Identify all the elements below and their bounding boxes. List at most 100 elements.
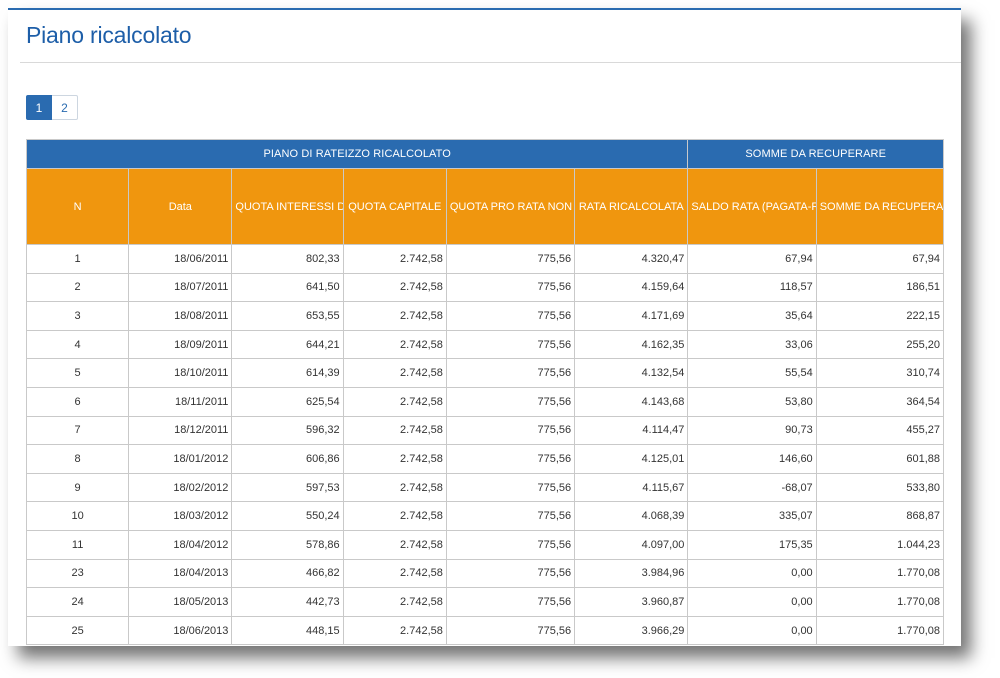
table-cell: 1.044,23 — [815, 529, 945, 560]
table-cell: 641,50 — [231, 272, 344, 303]
table-cell: 3.960,87 — [574, 587, 689, 617]
table-cell: 2.742,58 — [342, 244, 447, 274]
table-cell: 4.115,67 — [574, 472, 689, 503]
col-header-data: Data — [128, 168, 233, 245]
table-cell: -68,07 — [687, 472, 817, 503]
table-cell: 4.162,35 — [574, 329, 689, 360]
table-cell: 1.770,08 — [815, 587, 945, 617]
table-cell: 90,73 — [687, 415, 817, 446]
table-cell: 601,88 — [815, 444, 945, 474]
table-cell: 6 — [25, 386, 130, 417]
table-cell: 4.114,47 — [574, 415, 689, 446]
table-cell: 625,54 — [231, 386, 344, 417]
col-header-saldo: SALDO RATA (PAGATA-RICALCOLATA) — [687, 168, 817, 245]
table-cell: 4.097,00 — [574, 529, 689, 560]
table-cell: 18/12/2011 — [128, 415, 233, 446]
table-cell: 186,51 — [815, 272, 945, 303]
table-cell: 775,56 — [445, 615, 576, 646]
table-cell: 222,15 — [815, 301, 945, 331]
table-row: 5 18/10/2011 614,39 2.742,58 775,56 4.132,54 5… — [25, 358, 945, 388]
table-cell: 775,56 — [445, 272, 576, 303]
panel: Piano ricalcolato 1 2 PIANO DI RATEIZZO … — [8, 8, 961, 646]
group-header-recover: SOMME DA RECUPERARE — [687, 139, 944, 169]
table-cell: 775,56 — [445, 472, 576, 503]
table-cell: 364,54 — [815, 386, 945, 417]
table-cell: 0,00 — [687, 615, 817, 646]
table-cell: 18/04/2013 — [128, 558, 233, 589]
table-cell: 3.984,96 — [574, 558, 689, 589]
table-cell: 2.742,58 — [342, 444, 447, 474]
table-cell: 4.171,69 — [574, 301, 689, 331]
table-cell: 10 — [25, 501, 130, 531]
table-cell: 455,27 — [815, 415, 945, 446]
table-cell: 4.320,47 — [574, 244, 689, 274]
table-body: 1 18/06/2011 802,33 2.742,58 775,56 4.320,47 6… — [25, 244, 945, 646]
table-row: 6 18/11/2011 625,54 2.742,58 775,56 4.143,68 5… — [25, 386, 945, 417]
table-cell: 775,56 — [445, 501, 576, 531]
group-header-row: PIANO DI RATEIZZO RICALCOLATO SOMME DA R… — [25, 139, 944, 169]
table-cell: 11 — [25, 529, 130, 560]
table-cell: 175,35 — [687, 529, 817, 560]
table-cell: 33,06 — [687, 329, 817, 360]
table-cell: 775,56 — [445, 329, 576, 360]
table-cell: 550,24 — [231, 501, 344, 531]
table-cell: 3.966,29 — [574, 615, 689, 646]
table-cell: 18/03/2012 — [128, 501, 233, 531]
table-row: 1 18/06/2011 802,33 2.742,58 775,56 4.320,47 6… — [25, 244, 945, 274]
table-cell: 1.770,08 — [815, 615, 945, 646]
table-cell: 118,57 — [687, 272, 817, 303]
col-header-rata: RATA RICALCOLATA — [574, 168, 689, 245]
table-cell: 448,15 — [231, 615, 344, 646]
table-cell: 25 — [25, 615, 130, 646]
table-cell: 775,56 — [445, 415, 576, 446]
page-title: Piano ricalcolato — [26, 22, 192, 48]
table-cell: 67,94 — [687, 244, 817, 274]
table-cell: 614,39 — [231, 358, 344, 388]
table-row: 7 18/12/2011 596,32 2.742,58 775,56 4.114,47 9… — [25, 415, 945, 446]
table-cell: 2.742,58 — [342, 501, 447, 531]
table-cell: 442,73 — [231, 587, 344, 617]
table-cell: 775,56 — [445, 358, 576, 388]
table-cell: 18/05/2013 — [128, 587, 233, 617]
table-cell: 2.742,58 — [342, 615, 447, 646]
table-row: 10 18/03/2012 550,24 2.742,58 775,56 4.068,39… — [25, 501, 945, 531]
table-row: 4 18/09/2011 644,21 2.742,58 775,56 4.162,35 3… — [25, 329, 945, 360]
table-cell: 2.742,58 — [342, 358, 447, 388]
table-cell: 1.770,08 — [815, 558, 945, 589]
col-header-capitale: QUOTA CAPITALE — [342, 168, 447, 245]
group-header-plan: PIANO DI RATEIZZO RICALCOLATO — [25, 139, 689, 169]
table-cell: 24 — [25, 587, 130, 617]
table-cell: 868,87 — [815, 501, 945, 531]
table-cell: 335,07 — [687, 501, 817, 531]
table-cell: 4.143,68 — [574, 386, 689, 417]
table-row: 24 18/05/2013 442,73 2.742,58 775,56 3.960,87… — [25, 587, 945, 617]
table-row: 9 18/02/2012 597,53 2.742,58 775,56 4.115,67-… — [25, 472, 945, 503]
table-cell: 2.742,58 — [342, 558, 447, 589]
table-cell: 775,56 — [445, 444, 576, 474]
table-cell: 606,86 — [231, 444, 344, 474]
page-button-1[interactable]: 1 — [26, 95, 52, 120]
col-header-pro-rata: QUOTA PRO RATA NON IN AMMORTAMENTO — [445, 168, 576, 245]
table-cell: 4.125,01 — [574, 444, 689, 474]
table-cell: 67,94 — [815, 244, 945, 274]
table-cell: 18/02/2012 — [128, 472, 233, 503]
table-cell: 255,20 — [815, 329, 945, 360]
table-cell: 55,54 — [687, 358, 817, 388]
table-cell: 2.742,58 — [342, 472, 447, 503]
table-cell: 35,64 — [687, 301, 817, 331]
table-cell: 775,56 — [445, 244, 576, 274]
table-cell: 653,55 — [231, 301, 344, 331]
table-cell: 775,56 — [445, 529, 576, 560]
table-cell: 18/06/2011 — [128, 244, 233, 274]
table-cell: 775,56 — [445, 587, 576, 617]
col-header-somme: SOMME DA RECUPERARE — [815, 168, 945, 245]
page-button-2[interactable]: 2 — [52, 95, 78, 120]
table-cell: 4.068,39 — [574, 501, 689, 531]
table-cell: 2.742,58 — [342, 587, 447, 617]
table-cell: 18/01/2012 — [128, 444, 233, 474]
table-cell: 2.742,58 — [342, 386, 447, 417]
table-cell: 2.742,58 — [342, 272, 447, 303]
column-header-row: N Data QUOTA INTERESSI DI DILAZIONE QUOT… — [25, 168, 945, 245]
table-cell: 466,82 — [231, 558, 344, 589]
table-cell: 0,00 — [687, 558, 817, 589]
